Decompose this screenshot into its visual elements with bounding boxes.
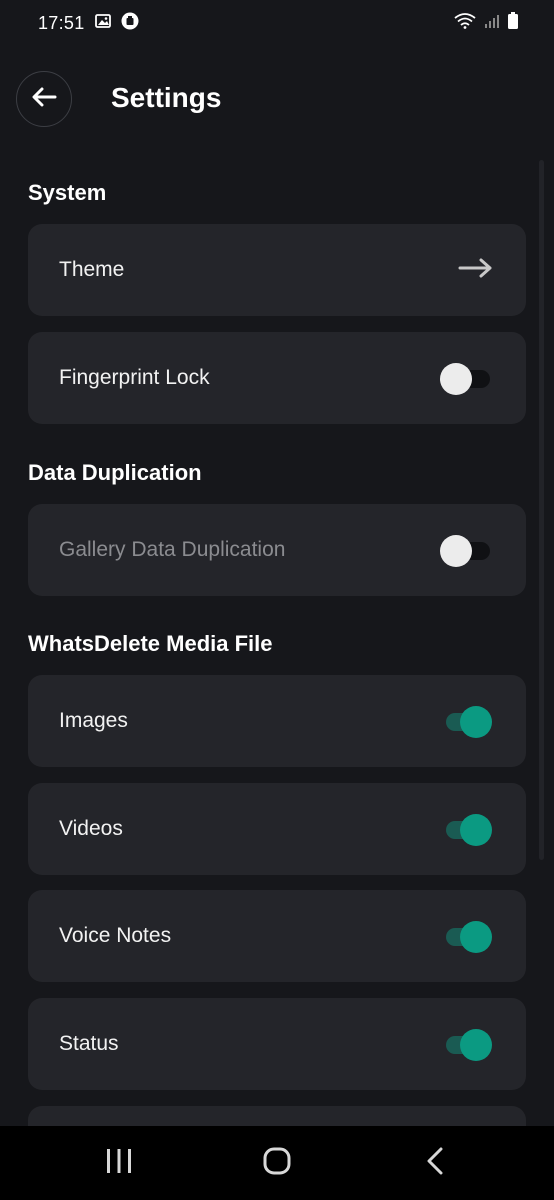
recent-apps-icon <box>105 1148 133 1179</box>
images-setting: Images <box>28 675 526 767</box>
fingerprint-lock-label: Fingerprint Lock <box>59 366 210 389</box>
app-notification-icon <box>121 12 139 35</box>
system-back-button[interactable] <box>405 1133 465 1193</box>
status-left: 17:51 <box>38 12 139 35</box>
battery-icon <box>508 12 518 34</box>
system-nav-bar <box>0 1126 554 1200</box>
status-toggle[interactable] <box>440 1028 494 1061</box>
status-time: 17:51 <box>38 12 85 33</box>
gallery-duplication-toggle[interactable] <box>440 534 494 567</box>
status-bar: 17:51 <box>0 0 554 46</box>
wifi-icon <box>454 12 476 34</box>
videos-toggle[interactable] <box>440 813 494 846</box>
images-toggle[interactable] <box>440 705 494 738</box>
section-title-system: System <box>28 180 107 205</box>
theme-label: Theme <box>59 258 125 281</box>
toggle-thumb <box>440 363 472 395</box>
toggle-thumb <box>460 1029 492 1061</box>
fingerprint-lock-setting: Fingerprint Lock <box>28 332 526 424</box>
home-icon <box>263 1147 291 1180</box>
arrow-right-icon <box>458 257 494 284</box>
scrollbar[interactable] <box>539 160 544 860</box>
signal-icon <box>484 13 500 34</box>
section-title-data-duplication: Data Duplication <box>28 460 202 485</box>
status-label: Status <box>59 1032 119 1055</box>
videos-label: Videos <box>59 817 123 840</box>
recent-apps-button[interactable] <box>89 1133 149 1193</box>
videos-setting: Videos <box>28 783 526 875</box>
toggle-thumb <box>440 535 472 567</box>
back-button[interactable] <box>16 71 72 127</box>
voice-notes-toggle[interactable] <box>440 920 494 953</box>
toggle-thumb <box>460 921 492 953</box>
toggle-thumb <box>460 706 492 738</box>
voice-notes-label: Voice Notes <box>59 924 172 947</box>
page-title: Settings <box>111 82 222 113</box>
theme-setting[interactable]: Theme <box>28 224 526 316</box>
gallery-icon <box>94 13 111 34</box>
gallery-duplication-label: Gallery Data Duplication <box>59 538 286 561</box>
section-title-media: WhatsDelete Media File <box>28 631 273 656</box>
voice-notes-setting: Voice Notes <box>28 890 526 982</box>
back-chevron-icon <box>426 1147 444 1180</box>
status-setting: Status <box>28 998 526 1090</box>
fingerprint-lock-toggle[interactable] <box>440 362 494 395</box>
app-header: Settings <box>0 62 554 142</box>
arrow-left-icon <box>31 87 57 112</box>
toggle-thumb <box>460 814 492 846</box>
home-button[interactable] <box>247 1133 307 1193</box>
gallery-duplication-setting: Gallery Data Duplication <box>28 504 526 596</box>
status-right <box>454 12 518 34</box>
images-label: Images <box>59 709 128 732</box>
